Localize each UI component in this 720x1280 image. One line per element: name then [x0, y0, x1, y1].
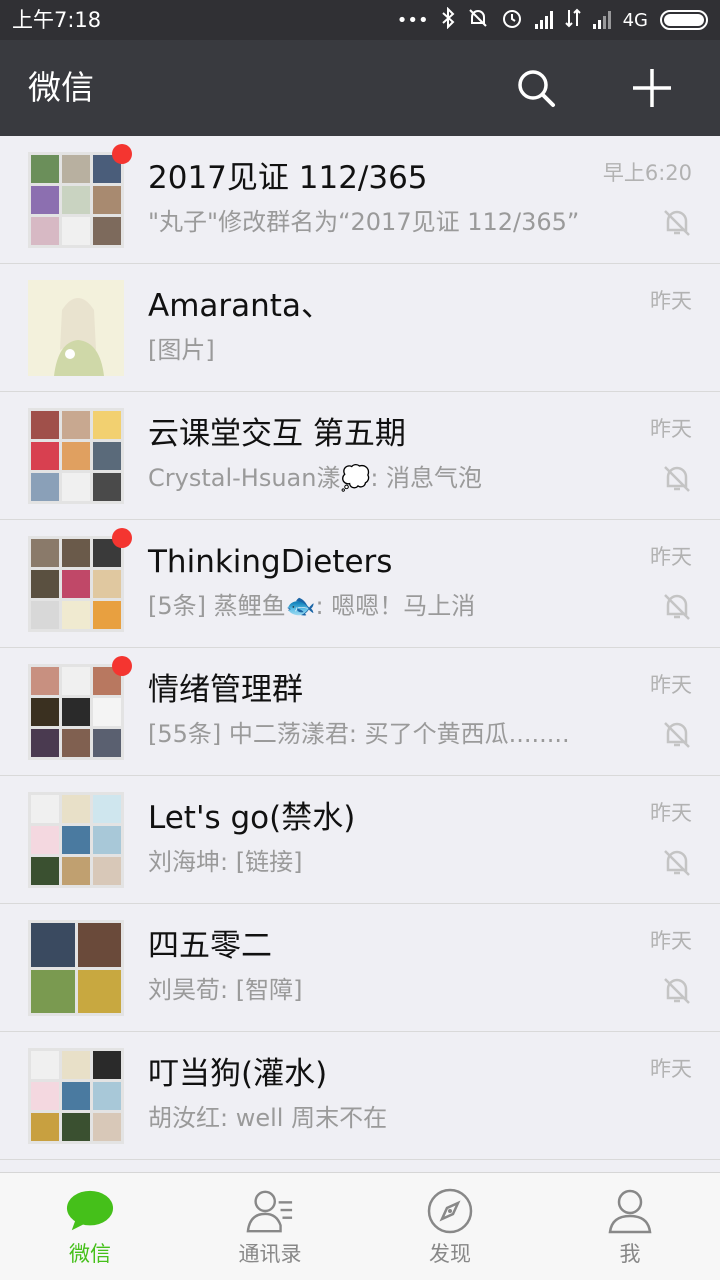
- chat-row[interactable]: 2017见证 112/365 "丸子"修改群名为“2017见证 112/365”…: [0, 136, 720, 264]
- chat-preview: [图片]: [148, 336, 215, 364]
- chat-preview: [5条] 蒸鲤鱼🐟: 嗯嗯！马上消: [148, 592, 476, 620]
- chat-name: ThinkingDieters: [148, 544, 393, 580]
- unread-dot: [112, 528, 132, 548]
- chat-name: Let's go(禁水): [148, 800, 356, 836]
- group-avatar: [28, 528, 132, 632]
- status-time: 上午7:18: [12, 8, 102, 32]
- chat-preview: "丸子"修改群名为“2017见证 112/365”: [148, 208, 580, 236]
- chat-time: 昨天: [650, 545, 692, 569]
- tab-chats[interactable]: 微信: [0, 1173, 180, 1280]
- battery-icon: [660, 10, 708, 30]
- avatar: [28, 280, 124, 376]
- search-icon: [518, 70, 555, 107]
- mute-icon: [664, 978, 690, 1004]
- chat-time: 昨天: [650, 801, 692, 825]
- chat-row[interactable]: 四五零二 刘昊荀: [智障] 昨天: [0, 904, 720, 1032]
- status-bar: 上午7:18 ••• 4G: [0, 0, 720, 40]
- mute-icon: [664, 466, 690, 492]
- tab-label: 我: [619, 1242, 641, 1266]
- title-bar: 微信: [0, 40, 720, 136]
- plus-icon: [633, 69, 671, 107]
- tab-me[interactable]: 我: [540, 1173, 720, 1280]
- chat-row[interactable]: Let's go(禁水) 刘海坤: [链接] 昨天: [0, 776, 720, 904]
- group-avatar: [28, 144, 132, 248]
- chat-name: 叮当狗(灌水): [148, 1056, 328, 1092]
- chat-time: 昨天: [650, 1057, 692, 1081]
- mute-icon: [664, 210, 690, 236]
- chat-list: 2017见证 112/365 "丸子"修改群名为“2017见证 112/365”…: [0, 136, 720, 1172]
- chat-preview: 胡汝红: well 周末不在: [148, 1104, 388, 1132]
- signal-icon: [534, 11, 553, 29]
- status-icons: ••• 4G: [397, 6, 708, 34]
- data-transfer-icon: [564, 8, 581, 33]
- chat-row[interactable]: ThinkingDieters [5条] 蒸鲤鱼🐟: 嗯嗯！马上消 昨天: [0, 520, 720, 648]
- unread-dot: [112, 144, 132, 164]
- signal-weak-icon: [592, 11, 611, 29]
- chat-name: 2017见证 112/365: [148, 160, 428, 196]
- chat-time: 早上6:20: [602, 161, 692, 185]
- group-avatar: [28, 656, 132, 760]
- contacts-icon: [246, 1190, 293, 1233]
- alarm-icon: [501, 7, 523, 34]
- chat-name: Amaranta、: [148, 288, 332, 324]
- chat-row[interactable]: 情绪管理群 [55条] 中二荡漾君: 买了个黄西瓜........ 昨天: [0, 648, 720, 776]
- chat-name: 四五零二: [148, 928, 272, 964]
- compass-icon: [427, 1188, 473, 1234]
- bluetooth-icon: [441, 6, 455, 34]
- tab-label: 微信: [69, 1242, 111, 1266]
- chat-row[interactable]: Amaranta、 [图片] 昨天: [0, 264, 720, 392]
- chat-time: 昨天: [650, 673, 692, 697]
- page-title: 微信: [28, 68, 94, 107]
- tab-contacts[interactable]: 通讯录: [180, 1173, 360, 1280]
- chat-name: 情绪管理群: [148, 672, 303, 708]
- group-avatar: [28, 792, 124, 888]
- tab-label: 通讯录: [238, 1242, 302, 1266]
- tab-bar: 微信 通讯录 发现 我: [0, 1172, 720, 1280]
- group-avatar: [28, 920, 124, 1016]
- tab-discover[interactable]: 发现: [360, 1173, 540, 1280]
- group-avatar: [28, 408, 124, 504]
- search-button[interactable]: [512, 64, 560, 112]
- chat-name: 云课堂交互 第五期: [148, 416, 406, 452]
- mute-icon: [664, 594, 690, 620]
- network-type: 4G: [622, 9, 648, 31]
- chat-time: 昨天: [650, 289, 692, 313]
- chat-time: 昨天: [650, 929, 692, 953]
- chat-preview: 刘昊荀: [智障]: [148, 976, 303, 1004]
- chat-preview: [55条] 中二荡漾君: 买了个黄西瓜........: [148, 720, 570, 748]
- silent-bell-icon: [467, 7, 489, 34]
- chat-bubble-icon: [66, 1190, 114, 1231]
- tab-label: 发现: [429, 1242, 471, 1266]
- mute-icon: [664, 722, 690, 748]
- chat-preview: 刘海坤: [链接]: [148, 848, 303, 876]
- chat-preview: Crystal-Hsuan漾💭: 消息气泡: [148, 464, 483, 492]
- chat-row[interactable]: 叮当狗(灌水) 胡汝红: well 周末不在 昨天: [0, 1032, 720, 1160]
- unread-dot: [112, 656, 132, 676]
- person-icon: [608, 1189, 652, 1234]
- more-dots-icon: •••: [396, 9, 429, 31]
- chat-row[interactable]: 云课堂交互 第五期 Crystal-Hsuan漾💭: 消息气泡 昨天: [0, 392, 720, 520]
- add-button[interactable]: [628, 64, 676, 112]
- chat-time: 昨天: [650, 417, 692, 441]
- group-avatar: [28, 1048, 124, 1144]
- mute-icon: [664, 850, 690, 876]
